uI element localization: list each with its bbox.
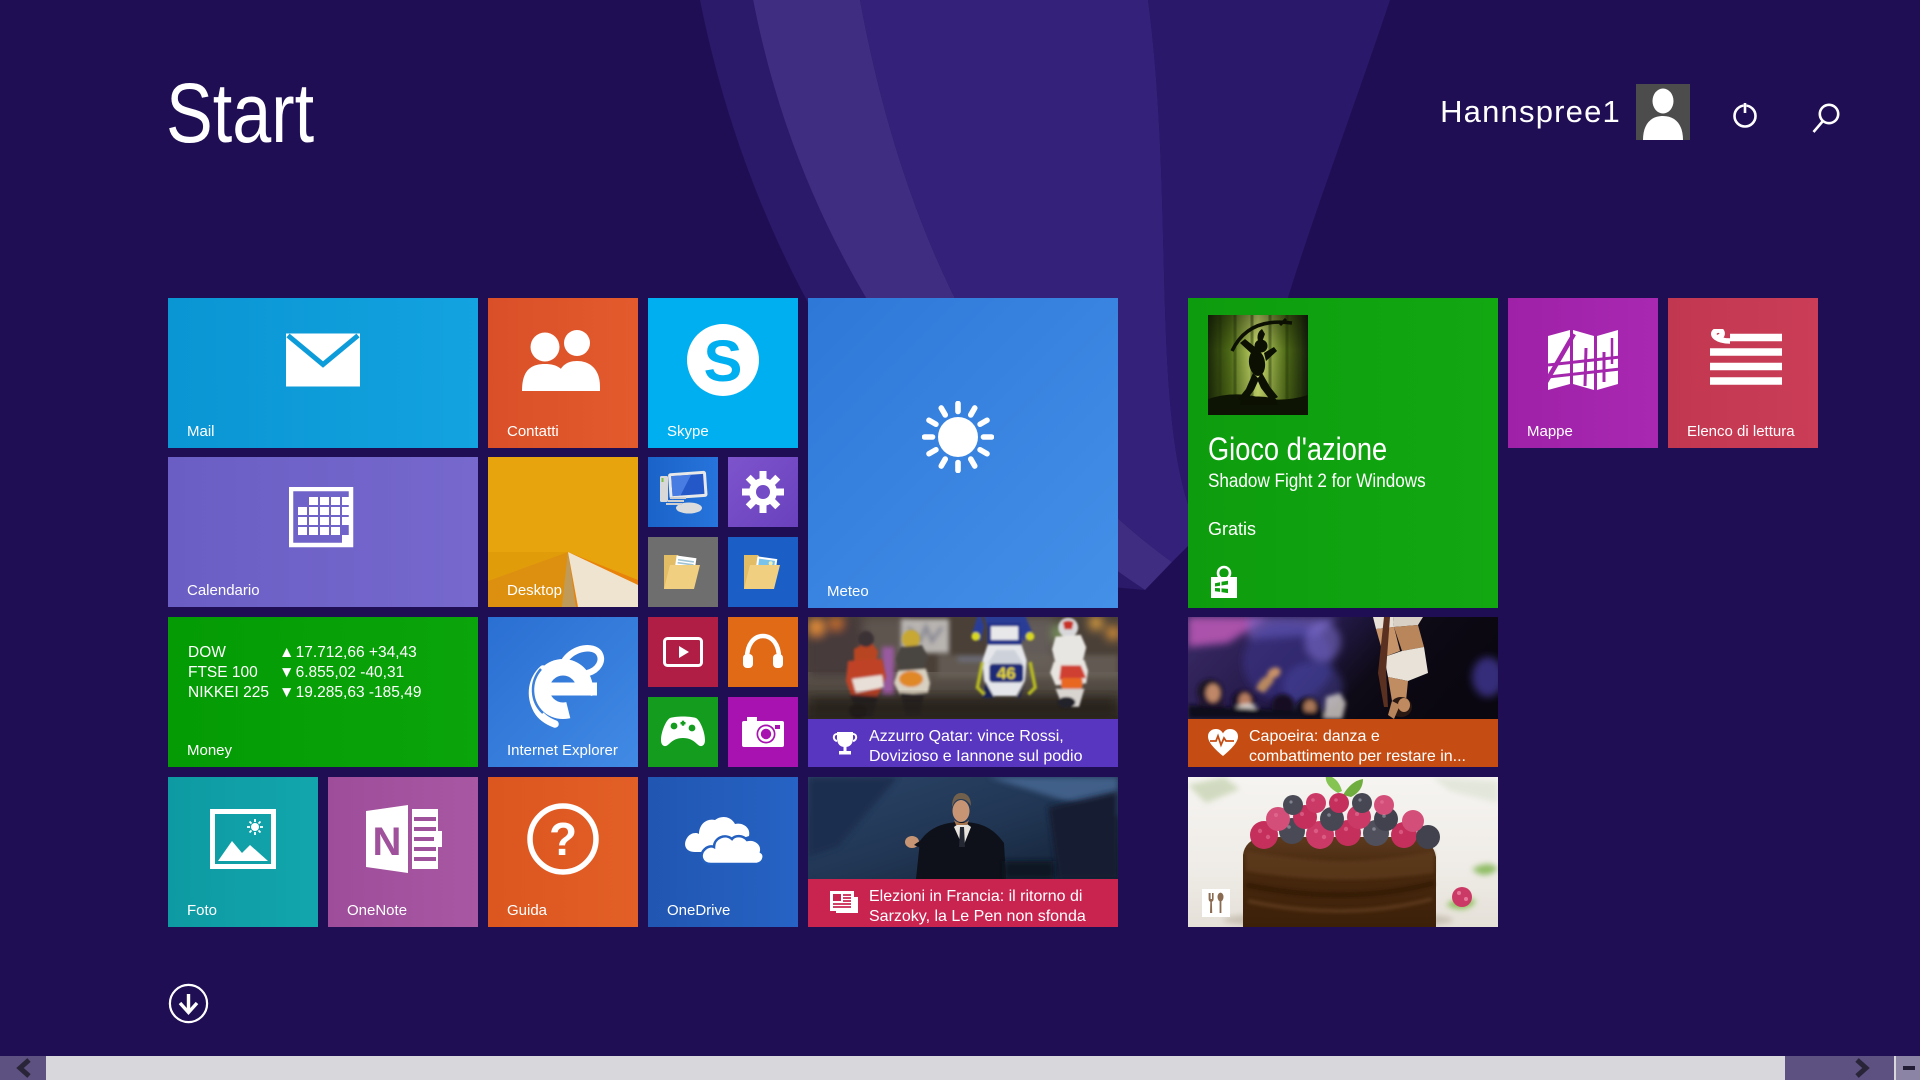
svg-text:46: 46 — [997, 664, 1016, 683]
svg-text:N: N — [373, 820, 402, 864]
svg-text:?: ? — [549, 813, 577, 865]
svg-text:S: S — [704, 329, 743, 394]
